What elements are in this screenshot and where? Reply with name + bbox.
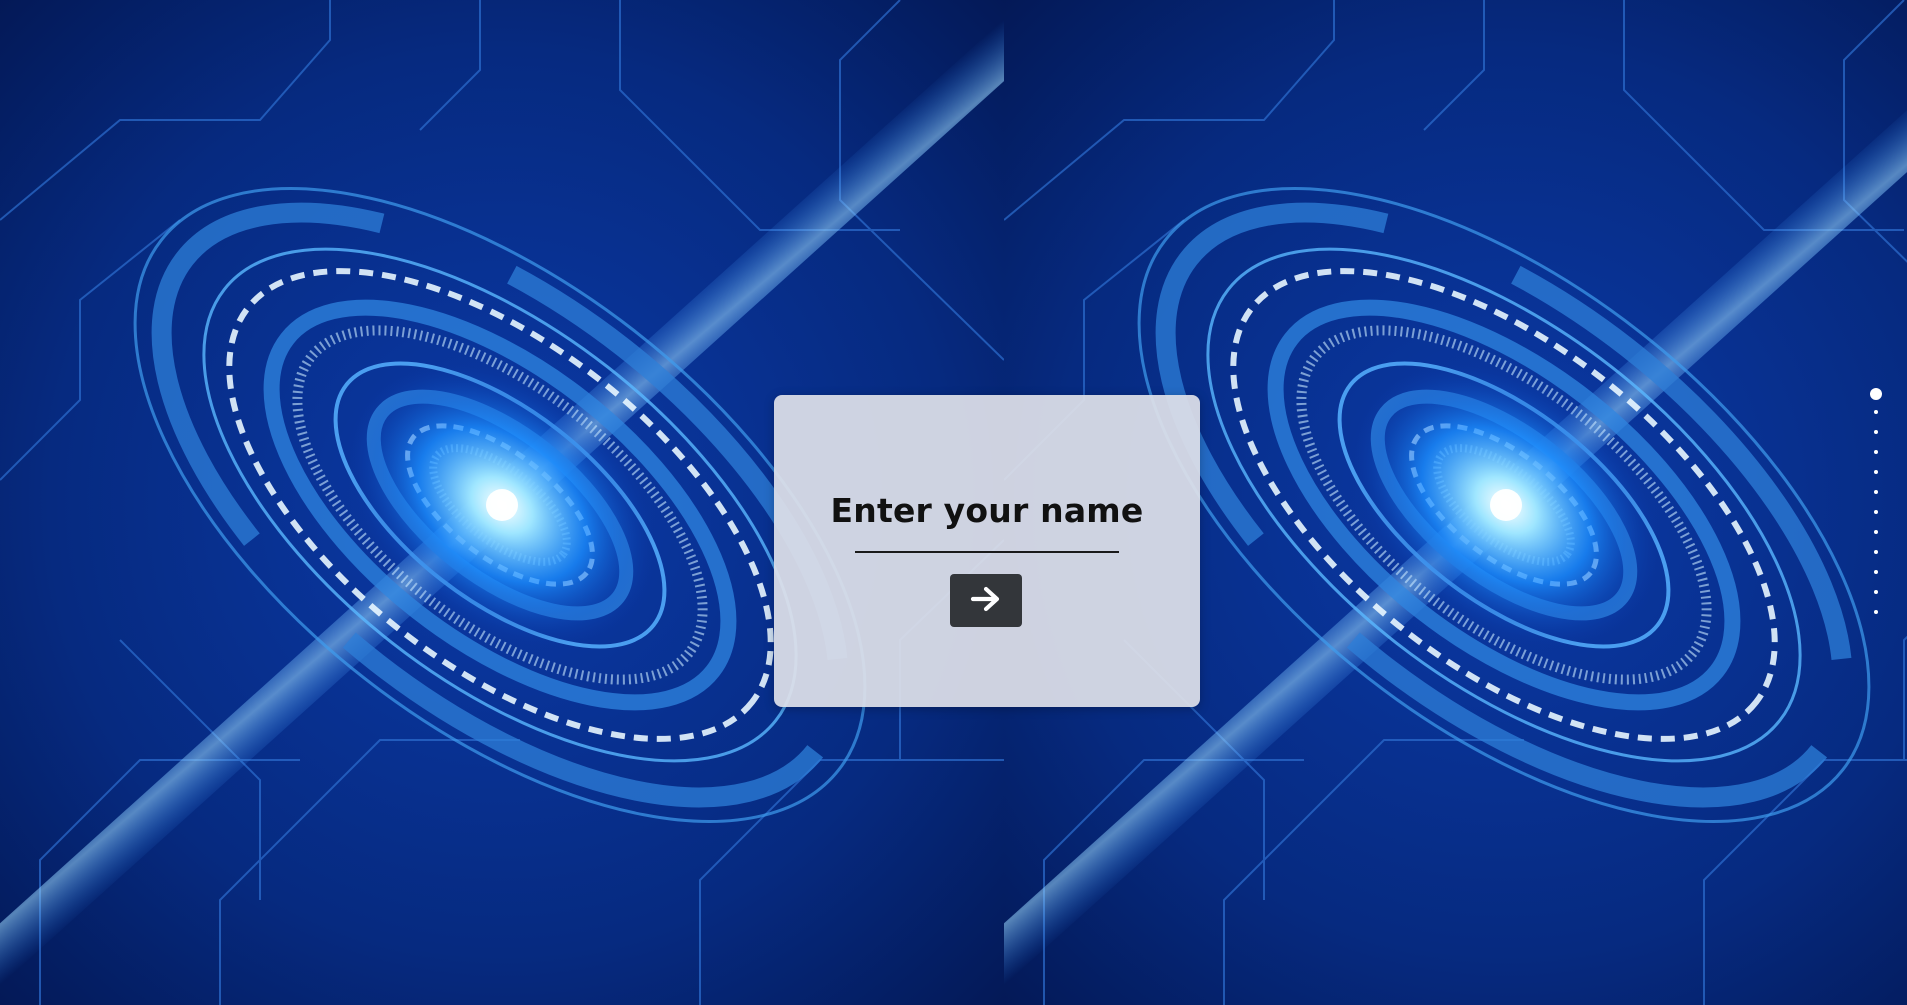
pagination-dot[interactable] bbox=[1874, 570, 1878, 574]
name-input[interactable] bbox=[855, 517, 1119, 553]
arrow-right-icon bbox=[970, 586, 1002, 615]
pagination-dot[interactable] bbox=[1874, 510, 1878, 514]
pagination-dot[interactable] bbox=[1874, 590, 1878, 594]
pagination-dot[interactable] bbox=[1874, 490, 1878, 494]
pagination-dot-active[interactable] bbox=[1870, 388, 1882, 400]
submit-button[interactable] bbox=[950, 574, 1022, 627]
name-dialog: Enter your name bbox=[774, 395, 1200, 707]
pagination-dot[interactable] bbox=[1874, 610, 1878, 614]
pagination-dot[interactable] bbox=[1874, 410, 1878, 414]
pagination-dot[interactable] bbox=[1874, 550, 1878, 554]
slide-pagination bbox=[1870, 388, 1882, 618]
pagination-dot[interactable] bbox=[1874, 530, 1878, 534]
pagination-dot[interactable] bbox=[1874, 450, 1878, 454]
pagination-dot[interactable] bbox=[1874, 430, 1878, 434]
pagination-dot[interactable] bbox=[1874, 470, 1878, 474]
